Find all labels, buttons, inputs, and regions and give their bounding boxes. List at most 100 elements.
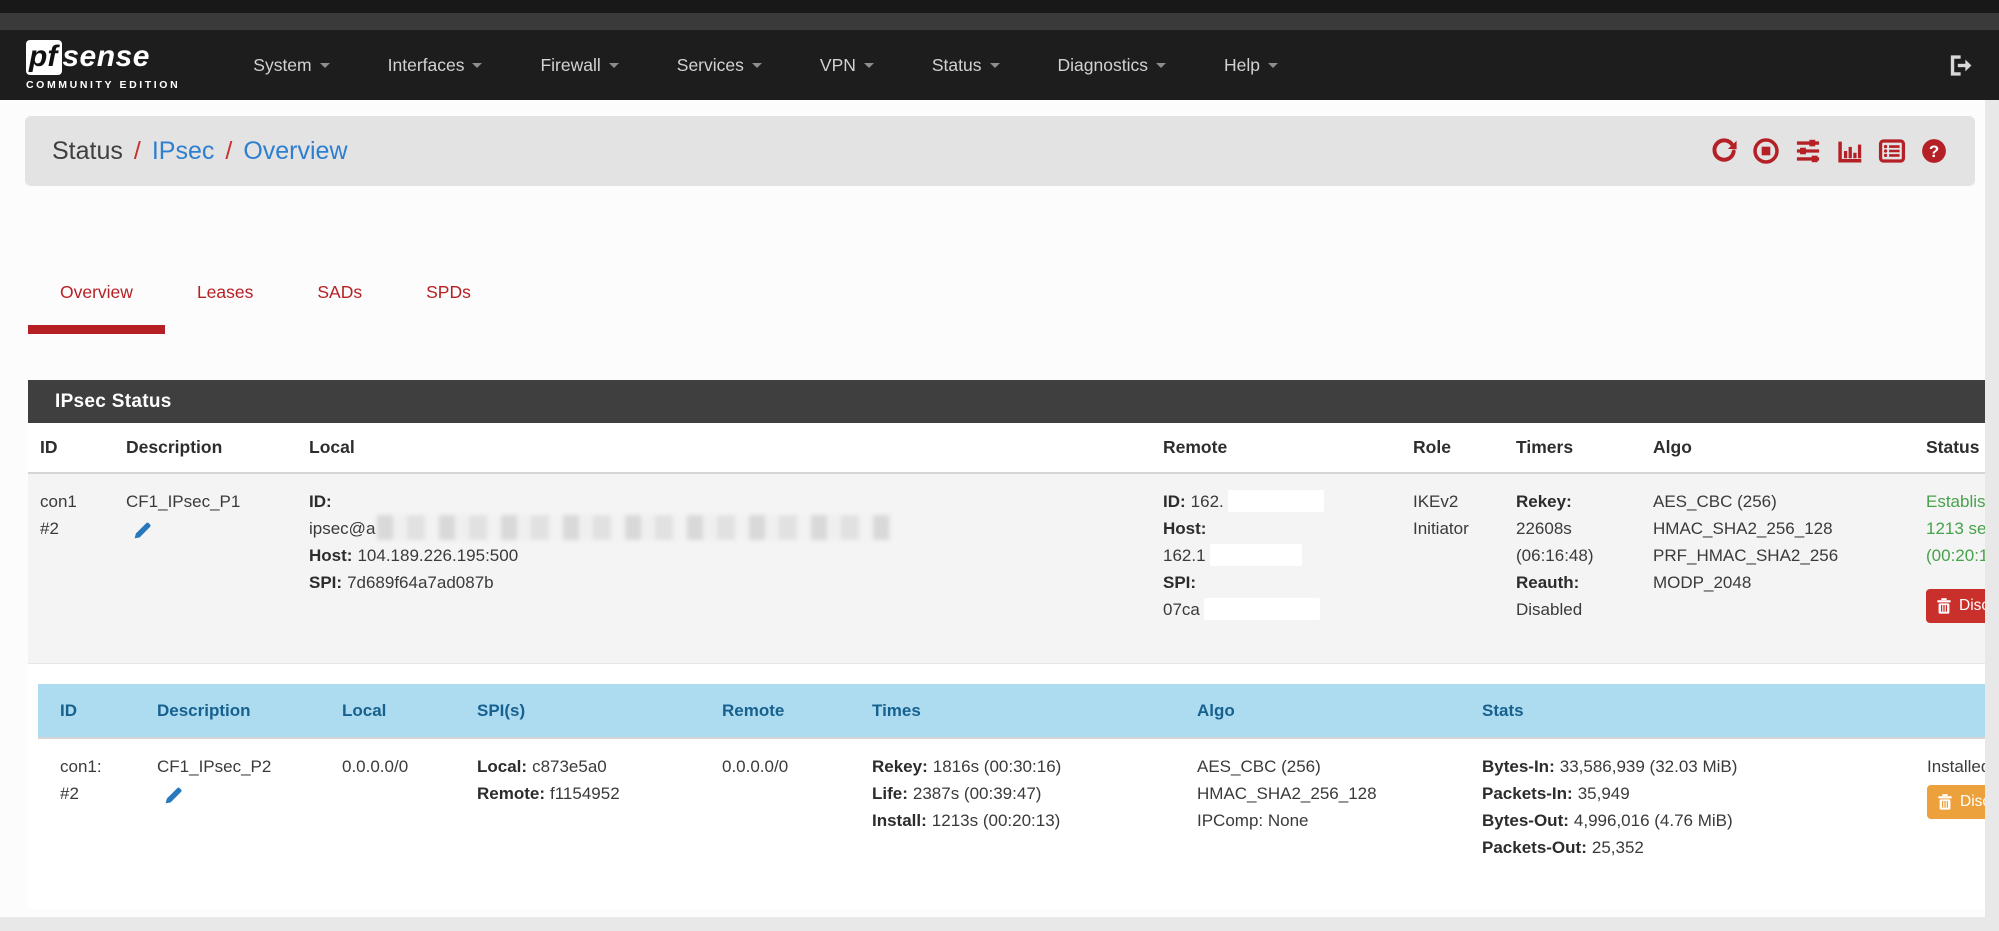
p2-description-cell: CF1_IPsec_P2 bbox=[145, 738, 330, 909]
tab-leases[interactable]: Leases bbox=[165, 282, 285, 334]
ipsec-status-table: ID Description Local Remote Role Timers … bbox=[28, 423, 1985, 909]
nav-item-system[interactable]: System bbox=[224, 55, 358, 76]
status-text: Installed bbox=[1927, 753, 1985, 780]
time-value: 1816s (00:30:16) bbox=[933, 757, 1062, 776]
disconnect-label: Disconnect bbox=[1960, 793, 1985, 811]
status-line: (00:20:13) bbox=[1926, 542, 1985, 569]
col-id: ID bbox=[38, 684, 145, 738]
p2-description: CF1_IPsec_P2 bbox=[157, 753, 318, 780]
trash-icon bbox=[1937, 598, 1951, 614]
svg-text:?: ? bbox=[1929, 142, 1939, 161]
sliders-icon[interactable] bbox=[1794, 137, 1822, 165]
col-id: ID bbox=[28, 423, 114, 473]
edit-pencil-icon[interactable] bbox=[163, 785, 184, 814]
local-id-label: ID: bbox=[309, 492, 332, 511]
p2-nest-cell: ID Description Local SPI(s) Remote Times… bbox=[28, 664, 1985, 910]
breadcrumb-separator: / bbox=[134, 137, 141, 166]
nav-item-status[interactable]: Status bbox=[903, 55, 1029, 76]
rekey-value: 22608s bbox=[1516, 515, 1629, 542]
help-icon[interactable]: ? bbox=[1920, 137, 1948, 165]
table-row: con1: #2 CF1_IPsec_P2 bbox=[38, 738, 1985, 909]
algo-line: PRF_HMAC_SHA2_256 bbox=[1653, 542, 1902, 569]
nav-item-label: Services bbox=[677, 55, 744, 76]
col-description: Description bbox=[145, 684, 330, 738]
col-remote: Remote bbox=[1151, 423, 1401, 473]
p2-status-cell: Installed D bbox=[1915, 738, 1985, 909]
p2-num: #2 bbox=[60, 780, 133, 807]
disconnect-child-button[interactable]: Disconnect bbox=[1927, 785, 1985, 819]
tab-overview[interactable]: Overview bbox=[28, 282, 165, 334]
nav-item-label: Status bbox=[932, 55, 982, 76]
bar-chart-icon[interactable] bbox=[1836, 137, 1864, 165]
stop-circle-icon[interactable] bbox=[1752, 137, 1780, 165]
list-icon[interactable] bbox=[1878, 137, 1906, 165]
nav-item-label: Diagnostics bbox=[1058, 55, 1148, 76]
col-description: Description bbox=[114, 423, 297, 473]
p2-algo-cell: AES_CBC (256) HMAC_SHA2_256_128 IPComp: … bbox=[1185, 738, 1470, 909]
ipsec-p2-table: ID Description Local SPI(s) Remote Times… bbox=[38, 684, 1985, 909]
chevron-down-icon bbox=[320, 63, 330, 68]
algo-line: MODP_2048 bbox=[1653, 569, 1902, 596]
nav-item-interfaces[interactable]: Interfaces bbox=[359, 55, 512, 76]
status-line: 1213 seconds bbox=[1926, 515, 1985, 542]
p1-status-cell: Established 1213 seconds (00:20:13) Disc… bbox=[1914, 473, 1985, 664]
window-title-strip bbox=[0, 13, 1999, 30]
stat-label: Packets-Out: bbox=[1482, 838, 1587, 857]
p2-times-cell: Rekey:1816s (00:30:16) Life:2387s (00:39… bbox=[860, 738, 1185, 909]
header-action-icons: ? bbox=[1710, 137, 1948, 165]
disconnect-button[interactable]: Disconnect bbox=[1926, 589, 1985, 623]
p1-role-cell: IKEv2 Initiator bbox=[1401, 473, 1504, 664]
breadcrumb-section: Status bbox=[52, 137, 123, 166]
brand-sense: sense bbox=[62, 40, 150, 74]
nav-item-vpn[interactable]: VPN bbox=[791, 55, 903, 76]
local-spi-label: SPI: bbox=[309, 573, 342, 592]
nav-item-help[interactable]: Help bbox=[1195, 55, 1307, 76]
chevron-down-icon bbox=[752, 63, 762, 68]
redacted-text bbox=[1228, 490, 1324, 512]
spi-remote-value: f1154952 bbox=[550, 784, 620, 803]
p1-ike-num: #2 bbox=[40, 515, 102, 542]
col-algo: Algo bbox=[1185, 684, 1470, 738]
col-role: Role bbox=[1401, 423, 1504, 473]
nav-item-diagnostics[interactable]: Diagnostics bbox=[1029, 55, 1195, 76]
local-id-value: ipsec@a bbox=[309, 519, 375, 538]
col-blank bbox=[1915, 684, 1985, 738]
redacted-text bbox=[1204, 598, 1320, 620]
tab-sads[interactable]: SADs bbox=[285, 282, 394, 334]
breadcrumb-link-overview[interactable]: Overview bbox=[243, 137, 347, 166]
tab-spds[interactable]: SPDs bbox=[394, 282, 503, 334]
sign-out-icon[interactable] bbox=[1946, 52, 1973, 79]
panel-title: IPsec Status bbox=[28, 380, 1985, 423]
p1-id: con1 bbox=[40, 488, 102, 515]
p2-id: con1: bbox=[60, 753, 133, 780]
nav-item-firewall[interactable]: Firewall bbox=[511, 55, 647, 76]
time-value: 1213s (00:20:13) bbox=[932, 811, 1061, 830]
algo-line: HMAC_SHA2_256_128 bbox=[1197, 780, 1458, 807]
stat-value: 25,352 bbox=[1592, 838, 1644, 857]
spi-remote-label: Remote: bbox=[477, 784, 545, 803]
time-label: Install: bbox=[872, 811, 927, 830]
window-top-strip bbox=[0, 0, 1999, 13]
nav-item-services[interactable]: Services bbox=[648, 55, 791, 76]
p2-id-cell: con1: #2 bbox=[38, 738, 145, 909]
p2-remote-cell: 0.0.0.0/0 bbox=[710, 738, 860, 909]
refresh-icon[interactable] bbox=[1710, 137, 1738, 165]
chevron-down-icon bbox=[472, 63, 482, 68]
nav-item-label: Help bbox=[1224, 55, 1260, 76]
breadcrumb-panel: Status / IPsec / Overview bbox=[25, 116, 1975, 186]
chevron-down-icon bbox=[1156, 63, 1166, 68]
edit-pencil-icon[interactable] bbox=[132, 520, 153, 549]
remote-host-value: 162.1 bbox=[1163, 546, 1206, 565]
col-status: Status bbox=[1914, 423, 1985, 473]
pfsense-logo[interactable]: pfsense COMMUNITY EDITION bbox=[26, 40, 180, 91]
col-spis: SPI(s) bbox=[465, 684, 710, 738]
p2-spis-cell: Local:c873e5a0 Remote:f1154952 bbox=[465, 738, 710, 909]
col-times: Times bbox=[860, 684, 1185, 738]
navbar: pfsense COMMUNITY EDITION System Interfa… bbox=[0, 30, 1999, 100]
redacted-text bbox=[1210, 544, 1302, 566]
local-host-value: 104.189.226.195:500 bbox=[357, 546, 518, 565]
col-local: Local bbox=[297, 423, 1151, 473]
p1-local-cell: ID: ipsec@a Host:104.189.226.195:500 SPI… bbox=[297, 473, 1151, 664]
algo-line: HMAC_SHA2_256_128 bbox=[1653, 515, 1902, 542]
breadcrumb-link-ipsec[interactable]: IPsec bbox=[152, 137, 215, 166]
